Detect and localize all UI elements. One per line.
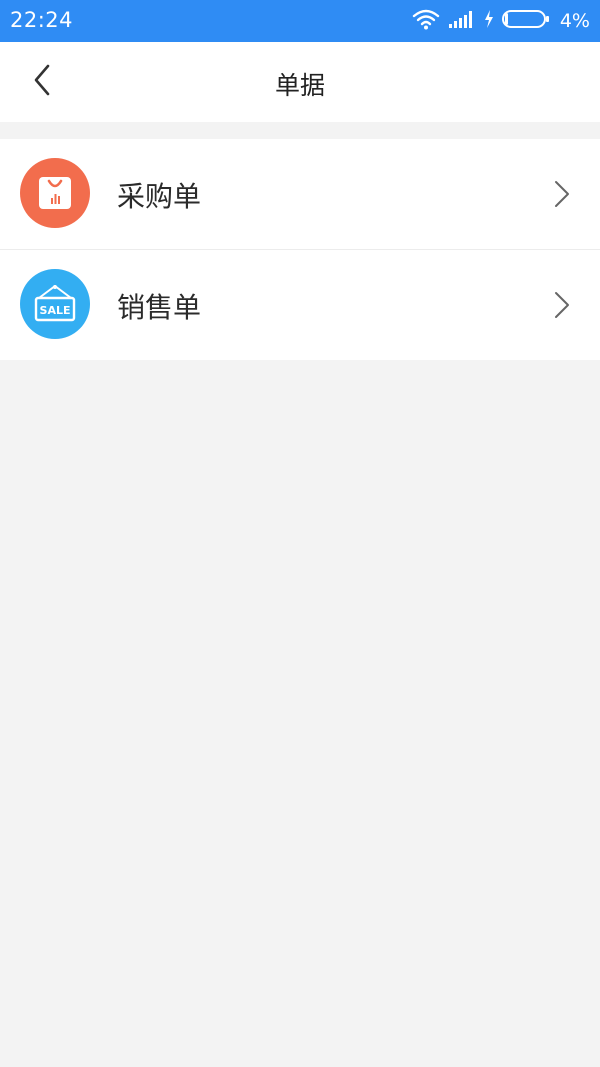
app-header: 单据 bbox=[0, 42, 600, 122]
chevron-right-icon bbox=[552, 290, 572, 320]
sale-sign-icon: SALE bbox=[20, 269, 90, 339]
status-time: 22:24 bbox=[10, 8, 74, 32]
status-bar: 22:24 4% bbox=[0, 0, 600, 42]
page-title: 单据 bbox=[274, 71, 325, 100]
list-item-label: 采购单 bbox=[117, 180, 202, 213]
battery-percent: 4% bbox=[559, 10, 590, 32]
signal-icon bbox=[448, 9, 476, 33]
wifi-icon bbox=[412, 8, 440, 34]
charging-icon bbox=[484, 9, 494, 33]
sale-sign-text: SALE bbox=[40, 304, 71, 317]
list-item-label: 销售单 bbox=[117, 291, 202, 324]
document-type-list: 采购单 SALE 销售单 bbox=[0, 139, 600, 360]
list-item-sales-order[interactable]: SALE 销售单 bbox=[0, 249, 600, 360]
battery-icon bbox=[501, 9, 550, 33]
status-icons: 4% bbox=[412, 7, 590, 35]
shopping-bag-icon bbox=[20, 158, 90, 228]
chevron-right-icon bbox=[552, 179, 572, 209]
list-item-purchase-order[interactable]: 采购单 bbox=[0, 139, 600, 249]
